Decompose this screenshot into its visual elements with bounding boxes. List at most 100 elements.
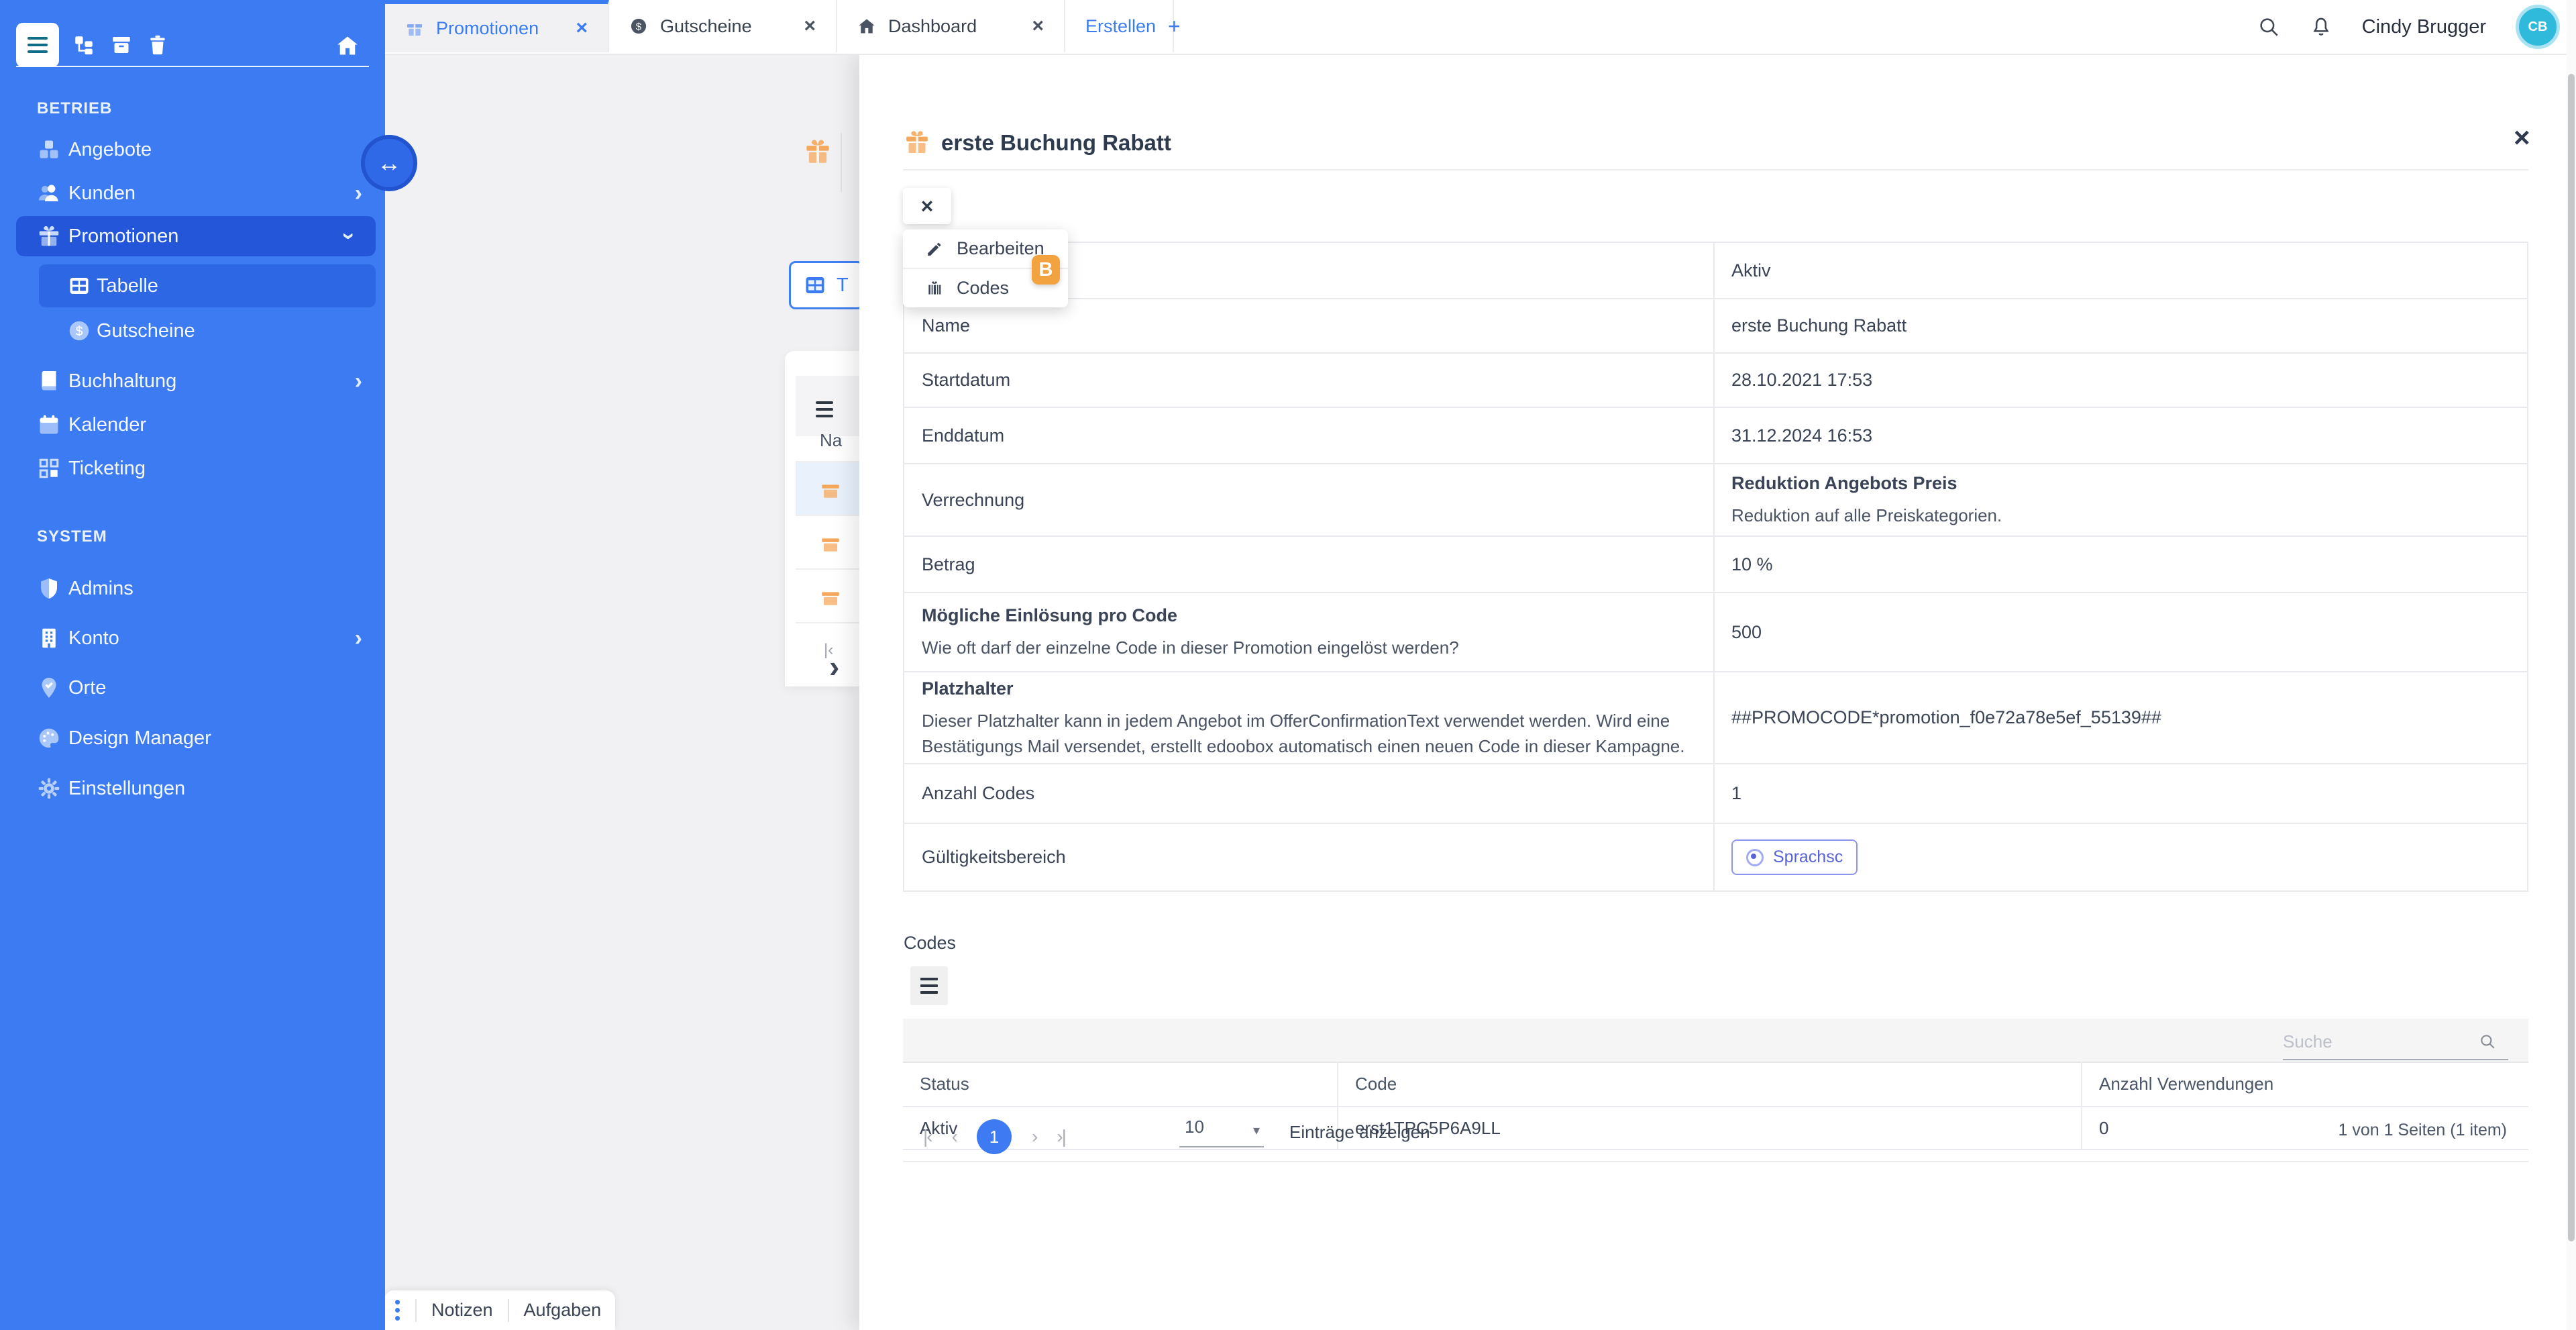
sidebar-item-einstellungen[interactable]: Einstellungen [0, 768, 385, 809]
header-divider [841, 133, 842, 192]
sidebar-item-label: Admins [68, 578, 133, 600]
sidebar-item-tabelle[interactable]: Tabelle [39, 264, 376, 307]
table-row[interactable] [796, 568, 859, 623]
detail-label: Platzhalter [922, 676, 1696, 701]
codes-header-row: Status Code Anzahl Verwendungen [903, 1062, 2528, 1107]
hamburger-icon[interactable] [816, 401, 833, 421]
column-header-status[interactable]: Status [903, 1062, 1338, 1106]
sidebar-item-design-manager[interactable]: Design Manager [0, 717, 385, 759]
close-icon[interactable]: × [1032, 16, 1044, 36]
sidebar-item-gutscheine[interactable]: $ Gutscheine [0, 310, 385, 352]
sidebar-item-ticketing[interactable]: Ticketing [0, 448, 385, 489]
sidebar-resize-handle[interactable]: ↔ [361, 135, 417, 191]
svg-text:$: $ [76, 324, 83, 339]
divider [508, 1299, 509, 1322]
tab-promotionen[interactable]: Promotionen × [385, 0, 609, 52]
detail-value: 31.12.2024 16:53 [1731, 423, 2510, 448]
trash-icon[interactable] [146, 34, 169, 56]
entries-label: Einträge anzeigen [1289, 1122, 1430, 1143]
detail-value: ##PROMOCODE*promotion_f0e72a78e5ef_55139… [1731, 705, 2510, 729]
tab-bar: Promotionen × $ Gutscheine × Dashboard ×… [385, 0, 2576, 55]
search-icon[interactable] [2257, 15, 2280, 38]
sidebar-item-label: Ticketing [68, 458, 146, 480]
table-row: Verrechnung Reduktion Angebots Preis Red… [904, 464, 2527, 537]
sidebar-item-angebote[interactable]: Angebote [0, 129, 385, 170]
codes-menu-button[interactable] [910, 966, 948, 1005]
chevron-down-icon: › [337, 232, 360, 240]
prev-page-icon[interactable]: ‹ [952, 1127, 957, 1146]
sidebar-item-orte[interactable]: Orte [0, 667, 385, 709]
svg-text:$: $ [636, 21, 642, 32]
table-row[interactable] [796, 515, 859, 570]
detail-label: Mögliche Einlösung pro Code [922, 603, 1696, 627]
sidebar-item-label: Kunden [68, 183, 136, 205]
current-page-button[interactable]: 1 [977, 1119, 1012, 1154]
avatar[interactable]: CB [2516, 5, 2560, 49]
search-underline [2283, 1059, 2508, 1060]
chevron-right-icon: › [355, 370, 362, 393]
sprachsc-chip[interactable]: Sprachsc [1731, 839, 1858, 875]
sidebar-item-promotionen[interactable]: Promotionen › [16, 216, 376, 256]
drag-dots-icon[interactable] [395, 1300, 400, 1321]
building-icon [37, 626, 61, 650]
sidebar-item-label: Konto [68, 627, 119, 650]
tab-erstellen[interactable]: Erstellen + [1065, 0, 1174, 52]
last-page-icon[interactable]: ›| [1057, 1127, 1065, 1146]
close-icon[interactable]: × [804, 16, 816, 36]
codes-search[interactable] [2282, 1028, 2510, 1055]
tab-label: Erstellen [1085, 16, 1156, 37]
sidebar-item-kunden[interactable]: Kunden › [0, 172, 385, 214]
tab-gutscheine[interactable]: $ Gutscheine × [609, 0, 837, 52]
actions-menu-toggle[interactable]: × [903, 188, 951, 224]
column-header-usages[interactable]: Anzahl Verwendungen [2082, 1062, 2528, 1106]
sidebar-item-label: Gutscheine [97, 320, 195, 342]
user-name[interactable]: Cindy Brugger [2362, 16, 2486, 38]
gift-icon [904, 129, 930, 156]
sidebar-item-admins[interactable]: Admins [0, 568, 385, 609]
scrollbar[interactable] [2567, 0, 2576, 1330]
section-label-betrieb: BETRIEB [37, 99, 112, 118]
sidebar-item-konto[interactable]: Konto › [0, 617, 385, 659]
table-row: Mögliche Einlösung pro Code Wie oft darf… [904, 593, 2527, 672]
sidebar-item-buchhaltung[interactable]: Buchhaltung › [0, 360, 385, 402]
detail-label: Name [922, 313, 1696, 338]
sidebar: BETRIEB Angebote Kunden › Promotionen › [0, 0, 385, 1330]
badge-dollar-icon: $ [629, 17, 648, 36]
detail-value: 500 [1731, 620, 2510, 644]
sidebar-item-label: Kalender [68, 414, 146, 436]
detail-label: Anzahl Codes [922, 781, 1696, 805]
sidebar-item-kalender[interactable]: Kalender [0, 404, 385, 446]
next-page-icon[interactable]: › [1032, 1127, 1036, 1146]
first-page-icon[interactable]: |‹ [923, 1127, 932, 1146]
tab-label: Promotionen [436, 18, 539, 39]
notizen-button[interactable]: Notizen [431, 1300, 493, 1321]
close-icon[interactable]: × [2514, 123, 2530, 152]
close-icon[interactable]: × [576, 18, 588, 38]
chevron-right-icon: › [355, 627, 362, 650]
archive-icon[interactable] [110, 34, 133, 56]
tab-dashboard[interactable]: Dashboard × [837, 0, 1065, 52]
tabelle-view-button[interactable]: T [789, 261, 864, 309]
tab-label: Dashboard [888, 16, 977, 37]
aufgaben-button[interactable]: Aufgaben [524, 1300, 602, 1321]
gift-icon [820, 586, 841, 607]
sidebar-item-label: Angebote [68, 139, 152, 161]
page-size-select[interactable]: 10 ▾ [1179, 1117, 1264, 1137]
search-input[interactable] [2282, 1031, 2479, 1053]
sidebar-hamburger-button[interactable] [16, 23, 59, 67]
page-info: 1 von 1 Seiten (1 item) [2338, 1121, 2507, 1140]
expand-panel-chevron[interactable]: › [829, 648, 839, 684]
home-icon[interactable] [335, 34, 360, 58]
column-header-fragment: Na [820, 430, 842, 451]
table-icon [67, 274, 91, 298]
column-header-code[interactable]: Code [1338, 1062, 2082, 1106]
table-row: Enddatum 31.12.2024 16:53 [904, 408, 2527, 464]
table-row: Betrag 10 % [904, 537, 2527, 593]
detail-label: Betrag [922, 552, 1696, 576]
sidebar-item-label: Orte [68, 677, 106, 699]
search-icon[interactable] [2479, 1033, 2496, 1050]
tree-icon[interactable] [72, 34, 95, 56]
table-row[interactable] [796, 461, 859, 516]
scrollbar-thumb[interactable] [2568, 74, 2575, 1241]
bell-icon[interactable] [2310, 15, 2332, 38]
